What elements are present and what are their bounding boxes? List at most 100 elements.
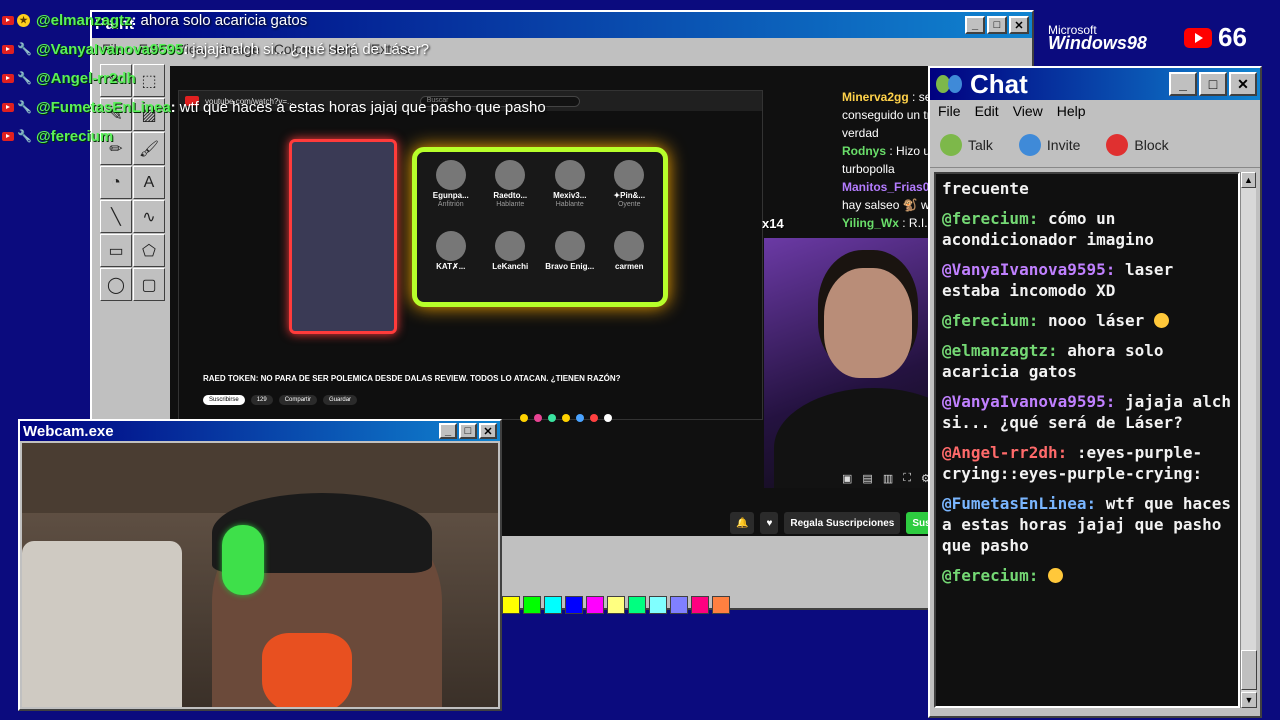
invite-button[interactable]: Invite bbox=[1018, 133, 1080, 156]
windows98-logo: Microsoft Windows98 bbox=[1048, 24, 1147, 53]
color-swatch[interactable] bbox=[712, 596, 730, 614]
chat-username: @Angel-rr2dh: bbox=[942, 443, 1068, 462]
scroll-down-icon[interactable]: ▼ bbox=[1241, 692, 1257, 708]
chat-username: @ferecium: bbox=[942, 566, 1039, 585]
guest-avatar bbox=[554, 230, 585, 261]
block-label: Block bbox=[1134, 136, 1169, 153]
color-swatch[interactable] bbox=[565, 596, 583, 614]
invite-icon bbox=[1018, 133, 1041, 156]
chat-message: @ferecium: cómo un acondicionador imagin… bbox=[942, 208, 1232, 250]
block-icon bbox=[1106, 133, 1129, 156]
chat-username: @ferecium: bbox=[942, 311, 1039, 330]
overlay-chat-line: 🔧 @VanyaIvanova9595: jajaja alch si... ¿qu… bbox=[2, 35, 602, 64]
menu-edit[interactable]: Edit bbox=[975, 103, 999, 119]
line-tool[interactable]: ╲ bbox=[100, 200, 132, 233]
chat-scrollbar[interactable]: ▲ ▼ bbox=[1240, 172, 1257, 708]
guest-tile: Egunpa... Anfitrión bbox=[421, 160, 481, 231]
moderator-icon: 🔧 bbox=[17, 129, 32, 143]
rounded-rect-tool[interactable]: ▢ bbox=[133, 268, 165, 301]
scroll-up-icon[interactable]: ▲ bbox=[1241, 172, 1256, 188]
maximize-button[interactable]: □ bbox=[1199, 72, 1227, 96]
close-button[interactable]: ✕ bbox=[1009, 16, 1029, 34]
color-swatch[interactable] bbox=[502, 596, 520, 614]
palette-dot bbox=[604, 414, 612, 422]
palette-dot bbox=[562, 414, 570, 422]
maximize-button[interactable]: □ bbox=[987, 16, 1007, 34]
guest-name: ✦Pin&... bbox=[613, 191, 646, 200]
bell-icon[interactable]: 🔔 bbox=[730, 512, 755, 534]
chat-people-icon bbox=[936, 73, 964, 95]
overlay-message: ahora solo acaricia gatos bbox=[140, 12, 308, 29]
menu-help[interactable]: Help bbox=[1057, 103, 1086, 119]
guest-avatar bbox=[495, 160, 526, 190]
ellipse-tool[interactable]: ◯ bbox=[100, 268, 132, 301]
overlay-chat-line: 🔧 @FumetasEnLinea: wtf que haces a estas h… bbox=[2, 93, 602, 122]
close-button[interactable]: ✕ bbox=[1229, 72, 1257, 96]
color-swatch[interactable] bbox=[649, 596, 667, 614]
block-button[interactable]: Block bbox=[1106, 133, 1169, 156]
overlay-username: @Angel-rr2dh bbox=[36, 70, 136, 87]
theater-icon[interactable]: ▤ bbox=[862, 472, 872, 485]
overlay-username: @VanyaIvanova9595 bbox=[36, 41, 184, 58]
green-headset bbox=[222, 525, 264, 595]
webcam-window[interactable]: Webcam.exe _ □ ✕ bbox=[18, 419, 502, 711]
scroll-thumb[interactable] bbox=[1241, 650, 1257, 690]
chat-log[interactable]: frecuente @ferecium: cómo un acondicionad… bbox=[934, 172, 1240, 708]
guest-avatar bbox=[435, 160, 466, 190]
cat-counter-badge: x14 bbox=[762, 216, 784, 231]
color-swatch[interactable] bbox=[607, 596, 625, 614]
video-title: RAED TOKEN: NO PARA DE SER POLEMICA DESD… bbox=[203, 374, 621, 383]
chat-message: @elmanzagtz: ahora solo acaricia gatos bbox=[942, 340, 1232, 382]
chat-window[interactable]: Chat _ □ ✕ File Edit View Help Talk Invi… bbox=[928, 66, 1262, 718]
color-swatch[interactable] bbox=[523, 596, 541, 614]
menu-file[interactable]: File bbox=[938, 103, 961, 119]
guest-name: Mexiv3... bbox=[553, 191, 587, 200]
overlay-username: @FumetasEnLinea bbox=[36, 99, 171, 116]
youtube-icon bbox=[1184, 27, 1212, 48]
minimize-button[interactable]: _ bbox=[1169, 72, 1197, 96]
guest-tile: KAT✗... bbox=[421, 230, 481, 295]
color-swatch[interactable] bbox=[586, 596, 604, 614]
guest-name: carmen bbox=[615, 261, 644, 271]
close-button[interactable]: ✕ bbox=[479, 423, 497, 439]
overlay-username: @ferecium bbox=[36, 128, 114, 145]
chat-message: @FumetasEnLinea: wtf que haces a estas h… bbox=[942, 493, 1232, 556]
moderator-icon: 🔧 bbox=[17, 71, 32, 85]
webcam-feed bbox=[22, 443, 498, 707]
chat-username: @elmanzagtz: bbox=[942, 341, 1058, 360]
cast-icon[interactable]: ▥ bbox=[883, 472, 893, 485]
guest-role: Oyente bbox=[617, 201, 641, 208]
streamer-face bbox=[824, 268, 912, 378]
heart-icon[interactable]: ♥ bbox=[760, 512, 779, 534]
minimize-button[interactable]: _ bbox=[439, 423, 457, 439]
stream-chat-user: Yiling_Wx bbox=[842, 216, 899, 230]
maximize-button[interactable]: □ bbox=[459, 423, 477, 439]
chat-message: @Angel-rr2dh: :eyes-purple-crying::eyes-… bbox=[942, 442, 1232, 484]
minimize-button[interactable]: _ bbox=[965, 16, 985, 34]
airbrush-tool[interactable]: ◔ bbox=[100, 166, 132, 199]
text-tool[interactable]: A bbox=[133, 166, 165, 199]
chat-titlebar[interactable]: Chat _ □ ✕ bbox=[930, 68, 1260, 100]
overlay-separator: : bbox=[131, 12, 137, 29]
rectangle-tool[interactable]: ▭ bbox=[100, 234, 132, 267]
miniplayer-icon[interactable]: ▣ bbox=[842, 472, 852, 485]
overlay-message: jajaja alch si... ¿qué será de Láser? bbox=[192, 41, 430, 58]
fullscreen-icon[interactable]: ⛶ bbox=[903, 472, 911, 485]
chat-message: frecuente bbox=[942, 178, 1232, 199]
chat-menubar: File Edit View Help bbox=[930, 100, 1260, 122]
logo-windows98: Windows98 bbox=[1048, 33, 1147, 53]
menu-view[interactable]: View bbox=[1013, 103, 1043, 119]
curve-tool[interactable]: ∿ bbox=[133, 200, 165, 233]
color-swatch[interactable] bbox=[628, 596, 646, 614]
webcam-titlebar[interactable]: Webcam.exe _ □ ✕ bbox=[20, 421, 500, 441]
chat-toolbar: Talk Invite Block bbox=[930, 122, 1260, 168]
color-swatch[interactable] bbox=[544, 596, 562, 614]
talk-button[interactable]: Talk bbox=[940, 133, 993, 156]
color-swatch[interactable] bbox=[691, 596, 709, 614]
palette-dot bbox=[590, 414, 598, 422]
color-swatch[interactable] bbox=[670, 596, 688, 614]
gift-subs-button[interactable]: Regala Suscripciones bbox=[784, 512, 901, 534]
youtube-badge-icon bbox=[2, 103, 14, 112]
polygon-tool[interactable]: ⬠ bbox=[133, 234, 165, 267]
guest-role: Hablante bbox=[555, 201, 584, 208]
